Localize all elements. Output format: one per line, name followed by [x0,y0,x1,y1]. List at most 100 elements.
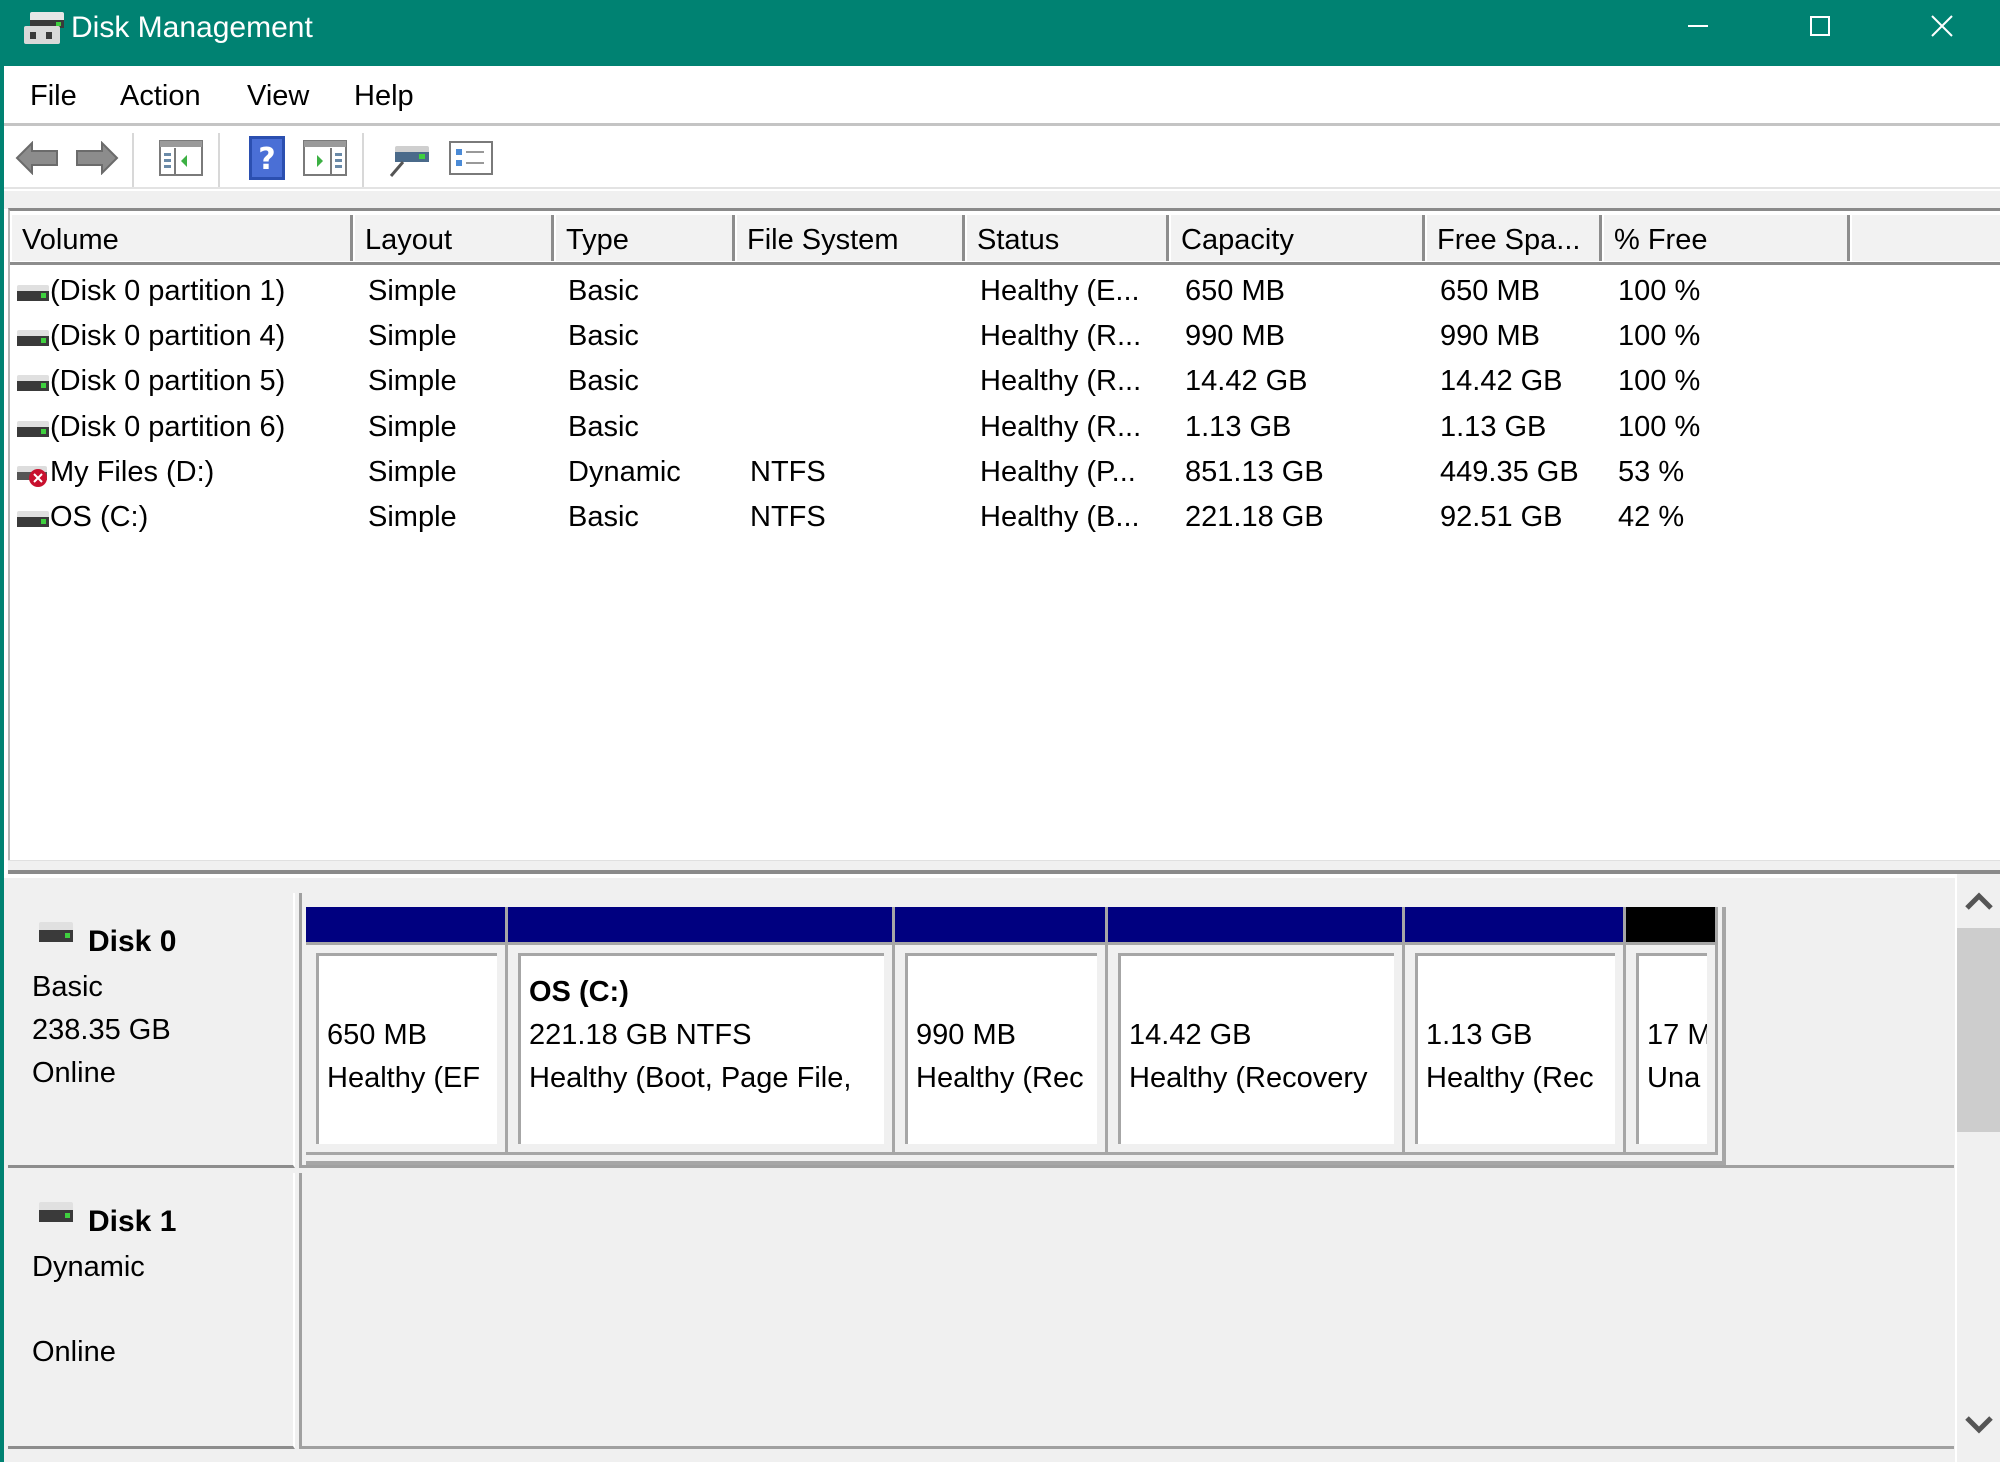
cell-status: Healthy (E... [980,275,1140,307]
cell-type: Basic [568,410,639,443]
scrollbar-thumb[interactable] [1957,928,2000,1132]
column-header-capacity[interactable]: Capacity [1169,215,1425,261]
cell-percent-free: 53 % [1618,455,1685,488]
cell-status: Healthy (B... [980,501,1140,533]
partition-status: Healthy (Rec [1426,1062,1594,1094]
maximize-button[interactable] [1760,0,1880,52]
partition-size: 17 M [1647,1019,1707,1051]
partition-status: Una [1647,1062,1701,1094]
partition-frame: 650 MB Healthy (EF OS (C:) 221.18 GB NTFS He… [306,907,1726,1165]
disk-row-disk-0: Disk 0 Basic 238.35 GB Online 650 MB Heal… [8,893,1954,1168]
close-button[interactable] [1882,0,2000,52]
cell-type: Basic [568,320,639,353]
cell-free-space: 650 MB [1440,275,1540,307]
partition-info-box: 17 M Una [1636,953,1707,1144]
partition[interactable]: 650 MB Healthy (EF [306,907,508,1155]
partition-size: 221.18 GB NTFS [529,1019,752,1051]
disk-row-disk-1: Disk 1 Dynamic Online [8,1173,1954,1449]
cell-capacity: 650 MB [1185,275,1285,307]
column-header-free-space[interactable]: Free Spa... [1425,215,1602,261]
partition[interactable]: 14.42 GB Healthy (Recovery [1108,907,1405,1155]
scroll-down-icon[interactable] [1965,1414,1993,1434]
forward-button[interactable] [74,135,120,181]
toolbar-separator [362,133,364,187]
help-button[interactable]: ? [244,135,290,181]
disk-0-label[interactable]: Disk 0 Basic 238.35 GB Online [8,893,295,1168]
volume-row[interactable]: (Disk 0 partition 1) Simple Basic Healthy (… [10,271,2000,316]
cell-volume-name: (Disk 0 partition 6) [50,410,286,443]
menu-action[interactable]: Action [120,80,201,113]
partition[interactable]: OS (C:) 221.18 GB NTFS Healthy (Boot, Page… [508,907,895,1155]
partition-size: 990 MB [916,1019,1016,1051]
cell-capacity: 14.42 GB [1185,365,1308,398]
cell-free-space: 990 MB [1440,320,1540,353]
menu-file[interactable]: File [30,80,77,113]
disk-1-label[interactable]: Disk 1 Dynamic Online [8,1173,295,1449]
cell-type: Basic [568,365,639,398]
primary-partition-bar [508,907,892,945]
cell-percent-free: 100 % [1618,320,1701,353]
partition[interactable]: 17 M Una [1626,907,1718,1155]
primary-partition-bar [895,907,1105,945]
cell-capacity: 990 MB [1185,320,1285,353]
disk-state: Online [32,1057,116,1089]
cell-free-space: 14.42 GB [1440,365,1563,398]
disk-size: 238.35 GB [32,1014,171,1046]
menu-view[interactable]: View [247,80,309,113]
cell-capacity: 1.13 GB [1185,410,1292,443]
cell-layout: Simple [368,275,457,307]
pane-gap [4,191,2000,209]
column-header-status[interactable]: Status [965,215,1169,261]
cell-layout: Simple [368,455,457,488]
properties-button[interactable] [448,135,494,181]
volume-row[interactable]: (Disk 0 partition 4) Simple Basic Healthy (… [10,316,2000,361]
show-hide-console-tree-button[interactable] [158,135,204,181]
volume-row[interactable]: (Disk 0 partition 5) Simple Basic Healthy (… [10,361,2000,406]
volume-row[interactable]: OS (C:) Simple Basic NTFS Healthy (B... 221.1… [10,497,2000,542]
back-button[interactable] [14,135,60,181]
volume-row[interactable]: My Files (D:) Simple Dynamic NTFS Healthy (P… [10,452,2000,497]
help-icon: ? [249,136,285,180]
scroll-up-icon[interactable] [1965,892,1993,912]
cell-layout: Simple [368,365,457,398]
volume-row[interactable]: (Disk 0 partition 6) Simple Basic Healthy (… [10,407,2000,452]
disk-icon [17,330,49,347]
splitter[interactable] [8,860,2000,874]
column-header-type[interactable]: Type [554,215,735,261]
cell-layout: Simple [368,410,457,443]
disk-error-icon [17,465,47,487]
partition[interactable]: 990 MB Healthy (Rec [895,907,1108,1155]
column-header-layout[interactable]: Layout [353,215,554,261]
partition-info-box: 1.13 GB Healthy (Rec [1415,953,1615,1144]
toolbar: ? [4,129,2000,189]
column-header-empty [1850,215,2000,261]
forward-arrow-icon [76,141,119,175]
cell-volume-name: OS (C:) [50,501,149,533]
cell-type: Basic [568,275,639,307]
title-bar: Disk Management [0,0,2000,66]
unallocated-bar [1626,907,1715,945]
partition[interactable]: 1.13 GB Healthy (Rec [1405,907,1626,1155]
maximize-icon [1810,16,1830,36]
toolbar-separator [218,133,220,187]
disk-name: Disk 1 [88,1205,177,1238]
cell-percent-free: 100 % [1618,275,1701,307]
vertical-scrollbar[interactable] [1955,874,2000,1462]
cell-percent-free: 42 % [1618,501,1685,533]
window-title: Disk Management [71,11,313,44]
minimize-button[interactable] [1638,0,1758,52]
partition-status: Healthy (Boot, Page File, [529,1062,852,1094]
cell-volume-name: My Files (D:) [50,455,215,488]
cell-percent-free: 100 % [1618,410,1701,443]
show-hide-action-pane-button[interactable] [302,135,348,181]
menu-help[interactable]: Help [354,80,414,113]
toolbar-separator [132,133,134,187]
cell-capacity: 221.18 GB [1185,501,1324,533]
column-header-file-system[interactable]: File System [735,215,965,261]
disk-icon [39,1202,73,1222]
connect-virtual-disk-button[interactable] [386,135,432,181]
column-header-volume[interactable]: Volume [10,215,353,261]
disk-icon [17,285,49,301]
column-header-percent-free[interactable]: % Free [1602,215,1850,261]
cell-volume-name: (Disk 0 partition 1) [50,275,286,307]
